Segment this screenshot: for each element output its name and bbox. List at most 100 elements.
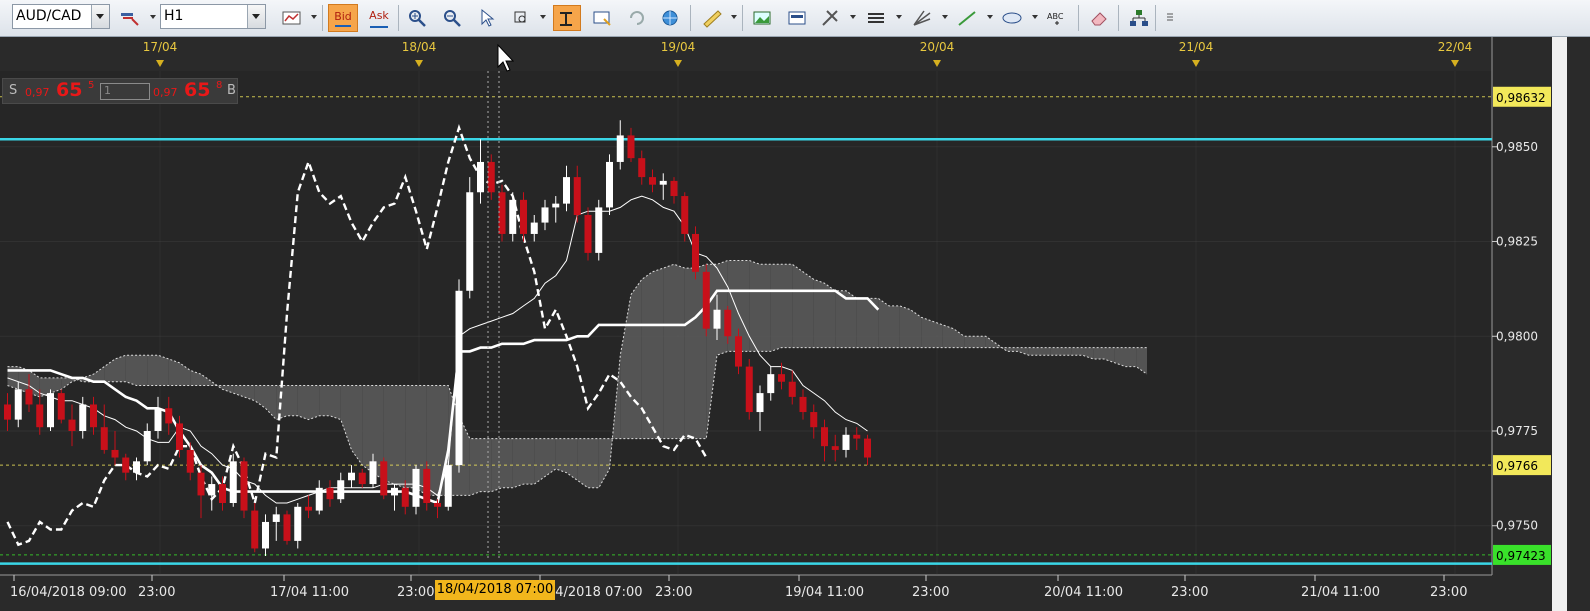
tools-dropdown[interactable] xyxy=(850,15,856,19)
time-tick-label: 23:00 xyxy=(1430,585,1467,600)
ruler-icon[interactable] xyxy=(700,5,724,31)
trendline-dropdown[interactable] xyxy=(987,15,993,19)
cloud-segment xyxy=(889,305,900,348)
buy-price-prefix[interactable]: 0,97 xyxy=(153,86,178,99)
candle-bear xyxy=(176,423,183,450)
buy-label[interactable]: B xyxy=(227,83,236,98)
cloud-segment xyxy=(932,321,943,348)
text-tool-label: ABC xyxy=(1047,12,1064,21)
symbol-dropdown-arrow[interactable] xyxy=(91,5,109,28)
template-icon[interactable] xyxy=(785,5,809,31)
zoom-dropdown[interactable] xyxy=(540,15,546,19)
ellipse-icon[interactable] xyxy=(1000,5,1024,31)
cursor-icon[interactable] xyxy=(475,5,499,31)
chart-type-dropdown[interactable] xyxy=(311,15,317,19)
cloud-segment xyxy=(835,290,846,348)
toolbar-overflow-icon[interactable] xyxy=(1158,5,1173,31)
bid-button[interactable]: Bid xyxy=(328,4,358,32)
zoom-rect-icon[interactable] xyxy=(510,5,534,31)
sell-price-pips[interactable]: 65 xyxy=(56,79,82,101)
candle-bull xyxy=(713,309,721,329)
candle-bear xyxy=(692,233,699,272)
price-tag-label: 0,98632 xyxy=(1496,91,1546,105)
candle-bull xyxy=(348,472,355,481)
ellipse-dropdown[interactable] xyxy=(1032,15,1038,19)
indicator-dropdown[interactable] xyxy=(150,15,156,19)
zoom-in-icon[interactable] xyxy=(405,5,429,31)
scrollbar[interactable] xyxy=(1552,37,1567,611)
object-tree-icon[interactable] xyxy=(1127,5,1151,31)
cloud-segment xyxy=(534,438,545,485)
horizontal-lines-icon[interactable] xyxy=(864,5,888,31)
cloud-segment xyxy=(469,438,481,496)
time-tick-label: 23:00 xyxy=(138,585,175,600)
tools-icon[interactable] xyxy=(818,5,842,31)
candle-bear xyxy=(122,457,130,473)
sell-price-prefix[interactable]: 0,97 xyxy=(25,86,50,99)
text-tool-icon[interactable]: ABC xyxy=(1045,5,1069,31)
trendline-icon[interactable] xyxy=(955,5,979,31)
candle-bear xyxy=(251,510,259,549)
crosshair-icon[interactable] xyxy=(553,5,581,31)
date-marker-label: 20/04 xyxy=(920,40,955,54)
lot-size-input[interactable]: 1 xyxy=(100,83,150,100)
candle-bull xyxy=(541,207,549,223)
cloud-segment xyxy=(297,385,309,420)
candle-bull xyxy=(466,192,474,291)
screenshot-icon[interactable] xyxy=(590,5,614,31)
candle-bull xyxy=(337,480,345,500)
date-marker-label: 21/04 xyxy=(1179,40,1214,54)
candle-bear xyxy=(197,472,205,496)
time-tick-label: 23:00 xyxy=(1171,585,1208,600)
image-icon[interactable] xyxy=(750,5,774,31)
fan-dropdown[interactable] xyxy=(942,15,948,19)
candle-bear xyxy=(57,393,65,420)
fan-icon[interactable] xyxy=(910,5,934,31)
cloud-segment xyxy=(899,305,911,348)
cloud-segment xyxy=(663,264,674,439)
candle-bear xyxy=(423,468,431,503)
candle-bull xyxy=(272,514,280,522)
candle-bull xyxy=(659,180,667,185)
cloud-segment xyxy=(362,385,373,473)
quick-trade-panel[interactable]: S 0,97 65 5 1 0,97 65 8 B xyxy=(2,78,238,104)
timeframe-dropdown-arrow[interactable] xyxy=(247,5,265,28)
cloud-segment xyxy=(803,271,814,348)
eraser-icon[interactable] xyxy=(1087,5,1111,31)
candle-bear xyxy=(100,427,108,450)
lines-dropdown[interactable] xyxy=(896,15,902,19)
ask-button[interactable]: Ask xyxy=(364,4,394,32)
cloud-segment xyxy=(1093,347,1104,359)
timeframe-select[interactable]: H1 xyxy=(160,4,266,29)
cloud-segment xyxy=(319,385,330,416)
chart-type-icon[interactable] xyxy=(280,5,304,31)
price-chart[interactable]: 0,9750 0,9775 0,9800 0,9825 0,9850 0,98632 0,9… xyxy=(0,37,1590,611)
zoom-out-icon[interactable] xyxy=(440,5,464,31)
candle-bear xyxy=(810,412,818,428)
cloud-segment xyxy=(824,283,836,348)
candle-bull xyxy=(47,393,54,428)
globe-icon[interactable] xyxy=(658,5,682,31)
date-marker-label: 19/04 xyxy=(661,40,696,54)
candle-bear xyxy=(68,419,76,431)
date-marker-label: 18/04 xyxy=(402,40,437,54)
candle-bull xyxy=(391,487,398,496)
cloud-segment xyxy=(1050,347,1061,356)
indicator-list-icon[interactable] xyxy=(118,5,142,31)
refresh-icon[interactable] xyxy=(625,5,649,31)
time-tick-label: 20/04 11:00 xyxy=(1044,585,1123,600)
price-tick-label: 0,9850 xyxy=(1496,140,1538,154)
candle-bear xyxy=(864,438,871,458)
candle-bear xyxy=(831,446,839,450)
buy-price-pips[interactable]: 65 xyxy=(184,79,210,101)
cloud-segment xyxy=(1007,347,1018,352)
candle-bull xyxy=(606,161,613,208)
toolbar: AUD/CAD H1 Bid Ask ABC xyxy=(0,0,1590,37)
cloud-segment xyxy=(652,268,664,439)
cloud-segment xyxy=(1039,347,1051,356)
cloud-segment xyxy=(760,264,771,352)
ruler-dropdown[interactable] xyxy=(731,15,737,19)
sell-label[interactable]: S xyxy=(9,83,17,98)
symbol-select[interactable]: AUD/CAD xyxy=(12,4,110,29)
candle-bear xyxy=(240,461,248,511)
